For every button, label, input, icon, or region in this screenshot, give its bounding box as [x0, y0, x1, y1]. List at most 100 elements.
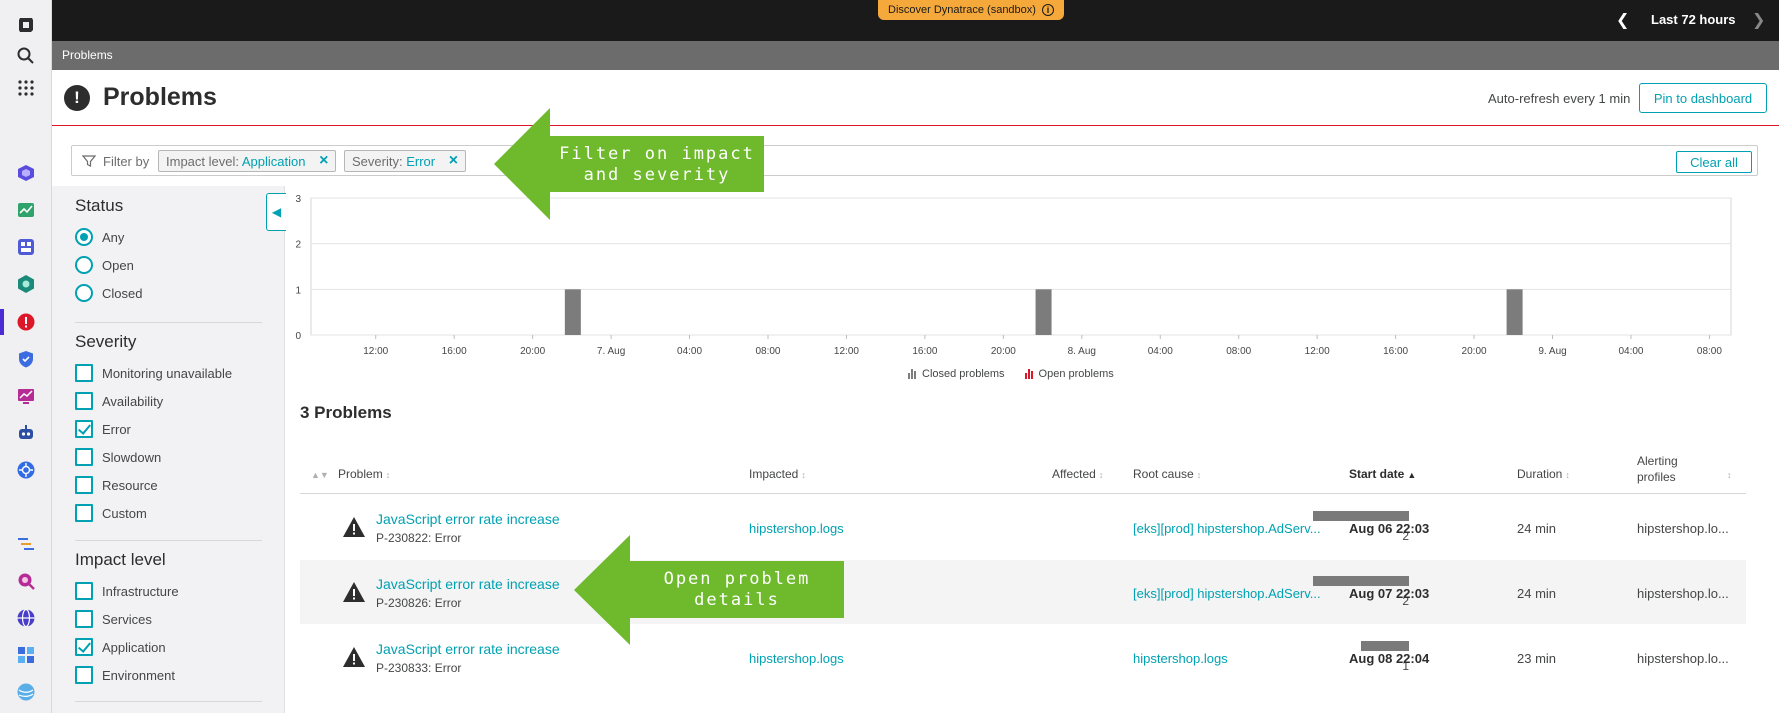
legend-open-problems[interactable]: Open problems	[1024, 368, 1114, 380]
severity-checkbox-slowdown[interactable]	[75, 448, 93, 466]
problem-title-link[interactable]: JavaScript error rate increase	[376, 576, 560, 592]
filter-chip-severity[interactable]: Severity: Error ×	[344, 150, 467, 172]
clear-all-button[interactable]: Clear all	[1676, 151, 1752, 173]
column-header-affected[interactable]: Affected ↕	[1052, 467, 1103, 481]
table-row[interactable]: JavaScript error rate increase P-230826:…	[300, 560, 1746, 624]
logs-icon[interactable]	[15, 533, 37, 555]
application-security-icon[interactable]	[15, 273, 37, 295]
column-header-root-cause[interactable]: Root cause ↕	[1133, 467, 1201, 481]
breadcrumb-item-problems[interactable]: Problems	[62, 48, 113, 62]
legend-closed-problems[interactable]: Closed problems	[908, 368, 1005, 380]
impact-option-label: Infrastructure	[102, 584, 179, 599]
status-option-label: Closed	[102, 286, 143, 301]
severity-checkbox-resource[interactable]	[75, 476, 93, 494]
search-icon[interactable]	[15, 45, 37, 67]
severity-checkbox-error[interactable]	[75, 420, 93, 438]
severity-checkbox-availability[interactable]	[75, 392, 93, 410]
column-header-impacted[interactable]: Impacted ↕	[749, 467, 806, 481]
callout-filter-arrow: Filter on impact and severity	[494, 108, 764, 220]
severity-heading: Severity	[75, 332, 137, 351]
problem-id: P-230833: Error	[376, 661, 462, 675]
column-header-problem[interactable]: Problem ↕	[338, 467, 390, 481]
remove-chip-close-icon[interactable]: ×	[319, 152, 328, 170]
status-radio-closed[interactable]	[75, 284, 93, 302]
x-tick-label: 08:00	[1226, 346, 1251, 357]
y-tick-label: 0	[295, 331, 301, 342]
problems-count-title: 3 Problems	[300, 403, 392, 422]
status-option-label: Open	[102, 258, 134, 273]
investigate-icon[interactable]	[15, 570, 37, 592]
environment-sphere-icon[interactable]	[15, 681, 37, 703]
warning-triangle-icon	[343, 647, 365, 667]
security-shield-icon[interactable]	[15, 348, 37, 370]
callout-text-line: Filter on impact	[559, 144, 755, 164]
column-header-start-date[interactable]: Start date ▲	[1349, 467, 1416, 481]
filter-panel: Status Any Open Closed Severity Monitori…	[52, 186, 284, 713]
column-header-duration[interactable]: Duration ↕	[1517, 467, 1570, 481]
impact-option-label: Services	[102, 612, 152, 627]
timeframe-next-icon[interactable]: ❯	[1752, 10, 1765, 30]
kubernetes-icon[interactable]	[15, 459, 37, 481]
problems-nav-icon[interactable]	[15, 311, 37, 333]
root-cause-link[interactable]: [eks][prod] hipstershop.AdServ...	[1133, 586, 1327, 601]
severity-checkbox-monitoring-unavailable[interactable]	[75, 364, 93, 382]
root-cause-link[interactable]: [eks][prod] hipstershop.AdServ...	[1133, 521, 1327, 536]
remove-chip-close-icon[interactable]: ×	[449, 152, 458, 170]
impact-checkbox-infrastructure[interactable]	[75, 582, 93, 600]
panel-divider	[284, 186, 285, 713]
problem-title-link[interactable]: JavaScript error rate increase	[376, 641, 560, 657]
problem-id: P-230826: Error	[376, 596, 462, 610]
row-expand-sort[interactable]: ▲▼	[308, 467, 329, 481]
x-tick-label: 20:00	[1462, 346, 1487, 357]
discover-dynatrace-button[interactable]: Discover Dynatrace (sandbox) i	[878, 0, 1064, 20]
impact-checkbox-application[interactable]	[75, 638, 93, 656]
synthetic-globe-icon[interactable]	[15, 607, 37, 629]
table-row[interactable]: JavaScript error rate increase P-230833:…	[300, 625, 1746, 689]
automation-bot-icon[interactable]	[15, 422, 37, 444]
apps-grid-icon[interactable]	[15, 77, 37, 99]
root-cause-link[interactable]: hipstershop.logs	[1133, 651, 1327, 666]
impact-level-heading: Impact level	[75, 550, 166, 569]
problem-title-link[interactable]: JavaScript error rate increase	[376, 511, 560, 527]
impact-checkbox-services[interactable]	[75, 610, 93, 628]
severity-option-label: Slowdown	[102, 450, 162, 465]
nav-active-indicator	[0, 309, 4, 335]
x-tick-label: 08:00	[1697, 346, 1722, 357]
hub-icon[interactable]	[15, 644, 37, 666]
alerting-profile: hipstershop.lo...	[1637, 651, 1729, 666]
table-row[interactable]: JavaScript error rate increase P-230822:…	[300, 495, 1746, 559]
alerting-profile: hipstershop.lo...	[1637, 521, 1729, 536]
collapse-filter-panel-button[interactable]: ◀	[266, 193, 286, 231]
x-tick-label: 9. Aug	[1538, 346, 1566, 357]
filter-bar[interactable]: Filter by Impact level: Application × Se…	[71, 145, 1758, 176]
column-header-alerting-profiles[interactable]: Alerting profiles	[1637, 453, 1678, 485]
impact-checkbox-environment[interactable]	[75, 666, 93, 684]
severity-checkbox-custom[interactable]	[75, 504, 93, 522]
divider	[75, 701, 262, 702]
top-bar: Discover Dynatrace (sandbox) i ❮ Last 72…	[52, 0, 1779, 41]
impacted-entity-link[interactable]: hipstershop.logs	[749, 521, 844, 536]
impacted-entity-link[interactable]: hipstershop.logs	[749, 651, 844, 666]
x-tick-label: 12:00	[1305, 346, 1330, 357]
pin-to-dashboard-button[interactable]: Pin to dashboard	[1639, 83, 1767, 113]
status-radio-any[interactable]	[75, 228, 93, 246]
filter-funnel-icon	[82, 155, 96, 167]
alerting-sort-icon[interactable]: ↕	[1724, 467, 1732, 481]
dashboard-icon[interactable]	[15, 236, 37, 258]
infrastructure-icon[interactable]	[15, 162, 37, 184]
digital-experience-icon[interactable]	[15, 199, 37, 221]
filter-chip-impact-level[interactable]: Impact level: Application ×	[158, 150, 337, 172]
chip-key: Severity:	[352, 154, 407, 169]
impact-option-label: Environment	[102, 668, 175, 683]
dynatrace-logo-icon[interactable]	[15, 14, 37, 36]
alerting-profile: hipstershop.lo...	[1637, 586, 1729, 601]
status-radio-open[interactable]	[75, 256, 93, 274]
affected-bar	[1313, 576, 1409, 586]
x-tick-label: 20:00	[991, 346, 1016, 357]
table-header: ▲▼ Problem ↕ Impacted ↕ Affected ↕ Root cau…	[300, 450, 1746, 494]
timeframe-prev-icon[interactable]: ❮	[1616, 10, 1629, 30]
timeframe-selector[interactable]: Last 72 hours	[1651, 12, 1736, 27]
chip-value: Error	[406, 154, 436, 169]
analytics-icon[interactable]	[15, 385, 37, 407]
duration: 24 min	[1517, 521, 1557, 536]
